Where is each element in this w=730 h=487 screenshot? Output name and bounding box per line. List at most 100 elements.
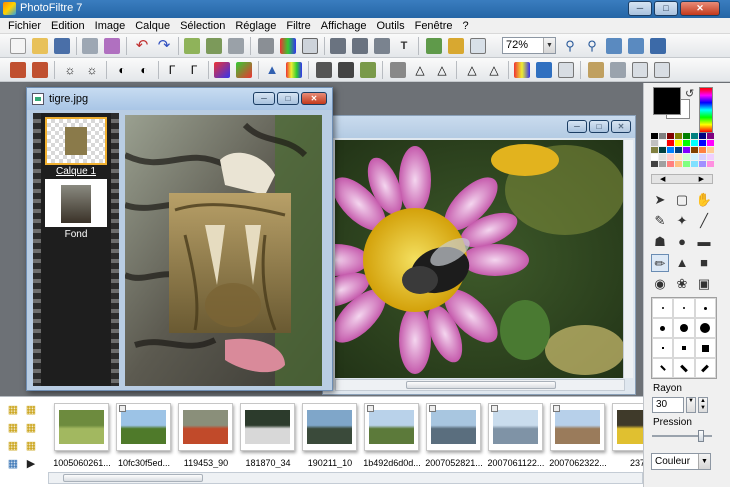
flower-image-canvas[interactable] [335, 140, 625, 378]
new-file-icon[interactable] [10, 38, 26, 54]
brightness-minus-icon[interactable]: ☼ [62, 62, 78, 78]
fit-window-icon[interactable] [606, 38, 622, 54]
thumbnail[interactable] [488, 403, 543, 451]
fill-icon[interactable]: △ [464, 62, 480, 78]
emboss-icon[interactable] [360, 62, 376, 78]
close-button[interactable]: ✕ [680, 1, 720, 16]
palette-swatch[interactable] [651, 161, 658, 167]
palette-scroll[interactable]: ◀ ▶ [651, 174, 713, 184]
palette-swatch[interactable] [675, 154, 682, 160]
window-icon[interactable] [470, 38, 486, 54]
copy-icon[interactable] [206, 38, 222, 54]
undo-icon[interactable]: ↶ [134, 38, 150, 54]
minimize-button[interactable]: ─ [567, 120, 587, 133]
palette-swatch[interactable] [707, 161, 714, 167]
color-spectrum[interactable] [699, 87, 713, 133]
folder-refresh-icon[interactable]: ▦ [5, 439, 21, 453]
brush-square-3[interactable] [694, 338, 716, 358]
brush-diag-2[interactable] [673, 358, 695, 378]
palette-swatch[interactable] [683, 133, 690, 139]
selection-tools-icon[interactable] [426, 38, 442, 54]
zoom-out-icon[interactable]: ⚲ [584, 38, 600, 54]
flip-horizontal-icon[interactable] [588, 62, 604, 78]
canvas-size-icon[interactable] [352, 38, 368, 54]
color-balance-icon[interactable] [286, 62, 302, 78]
palette-swatch[interactable] [659, 154, 666, 160]
palette-swatch[interactable] [707, 140, 714, 146]
folder-back-icon[interactable]: ▦ [5, 421, 21, 435]
menu-help[interactable]: ? [458, 20, 474, 32]
brush-size-2[interactable] [673, 298, 695, 318]
palette-swatch[interactable] [699, 161, 706, 167]
palette-swatch[interactable] [707, 154, 714, 160]
chevron-down-icon[interactable]: ▼ [698, 454, 710, 469]
eyedropper-tool-icon[interactable]: ✎ [651, 212, 669, 230]
palette-swatch[interactable] [691, 133, 698, 139]
palette-swatch[interactable] [707, 147, 714, 153]
chevron-left-icon[interactable]: ◀ [660, 175, 665, 183]
menu-affichage[interactable]: Affichage [316, 20, 372, 32]
blur-icon[interactable] [316, 62, 332, 78]
menu-selection[interactable]: Sélection [175, 20, 230, 32]
palette-swatch[interactable] [651, 133, 658, 139]
palette-swatch[interactable] [667, 147, 674, 153]
thumbnail[interactable] [116, 403, 171, 451]
pression-slider[interactable] [652, 430, 712, 442]
palette-swatch[interactable] [651, 140, 658, 146]
menu-outils[interactable]: Outils [371, 20, 409, 32]
frame-icon[interactable] [536, 62, 552, 78]
folder-view-icon[interactable]: ▦ [5, 457, 21, 471]
actual-size-icon[interactable] [628, 38, 644, 54]
brush-diag-1[interactable] [652, 358, 674, 378]
brush-tool-icon[interactable]: ✏ [651, 254, 669, 272]
magic-wand-tool-icon[interactable]: ✦ [673, 212, 691, 230]
palette-swatch[interactable] [667, 140, 674, 146]
layer-thumbnail-fond[interactable] [45, 179, 107, 227]
landscape-icon[interactable]: ▲ [264, 62, 280, 78]
brush-diag-3[interactable] [694, 358, 716, 378]
tiger-image-canvas[interactable] [125, 115, 322, 386]
palette-swatch[interactable] [699, 140, 706, 146]
brush-size-6[interactable] [694, 318, 716, 338]
thumbnail[interactable] [302, 403, 357, 451]
zoom-in-icon[interactable]: ⚲ [562, 38, 578, 54]
horizontal-scrollbar[interactable] [335, 379, 625, 391]
chevron-down-icon[interactable]: ▼ [543, 38, 555, 53]
minimize-button[interactable]: ─ [628, 1, 652, 16]
fill-tool-icon[interactable]: ☗ [651, 233, 669, 251]
palette-swatch[interactable] [675, 161, 682, 167]
palette-swatch[interactable] [651, 147, 658, 153]
zoom-select[interactable]: 72% ▼ [502, 37, 556, 54]
palette-swatch[interactable] [683, 140, 690, 146]
magic-wand-settings-icon[interactable] [448, 38, 464, 54]
palette-swatch[interactable] [691, 161, 698, 167]
pointer-tool-icon[interactable]: ➤ [651, 191, 669, 209]
rayon-dropdown[interactable]: ▼ [686, 397, 696, 413]
palette-swatch[interactable] [699, 147, 706, 153]
palette-swatch[interactable] [675, 140, 682, 146]
paste-icon[interactable] [184, 38, 200, 54]
folder-up-icon[interactable]: ▦ [23, 403, 39, 417]
maximize-button[interactable]: □ [589, 120, 609, 133]
brush-size-4[interactable] [652, 318, 674, 338]
palette-swatch[interactable] [675, 147, 682, 153]
window-title-bar[interactable]: tigre.jpg ─ □ ✕ [27, 88, 332, 110]
brush-square-1[interactable] [652, 338, 674, 358]
image-size-icon[interactable] [330, 38, 346, 54]
hand-tool-icon[interactable]: ✋ [695, 191, 713, 209]
close-button[interactable]: ✕ [611, 120, 631, 133]
window-title-bar[interactable]: ─ □ ✕ [323, 116, 635, 138]
transparency-icon[interactable] [302, 38, 318, 54]
thumbnail[interactable] [178, 403, 233, 451]
brush-size-grid[interactable] [651, 297, 717, 379]
palette-swatch[interactable] [707, 133, 714, 139]
close-button[interactable]: ✕ [301, 92, 327, 105]
folder-forward-icon[interactable]: ▦ [23, 421, 39, 435]
flower-image-window[interactable]: ─ □ ✕ [322, 115, 636, 395]
stamp-tool-icon[interactable]: ■ [695, 254, 713, 272]
minimize-button[interactable]: ─ [253, 92, 275, 105]
menu-fichier[interactable]: Fichier [3, 20, 46, 32]
fullscreen-icon[interactable] [650, 38, 666, 54]
thumbnail[interactable] [426, 403, 481, 451]
palette-swatch[interactable] [659, 161, 666, 167]
